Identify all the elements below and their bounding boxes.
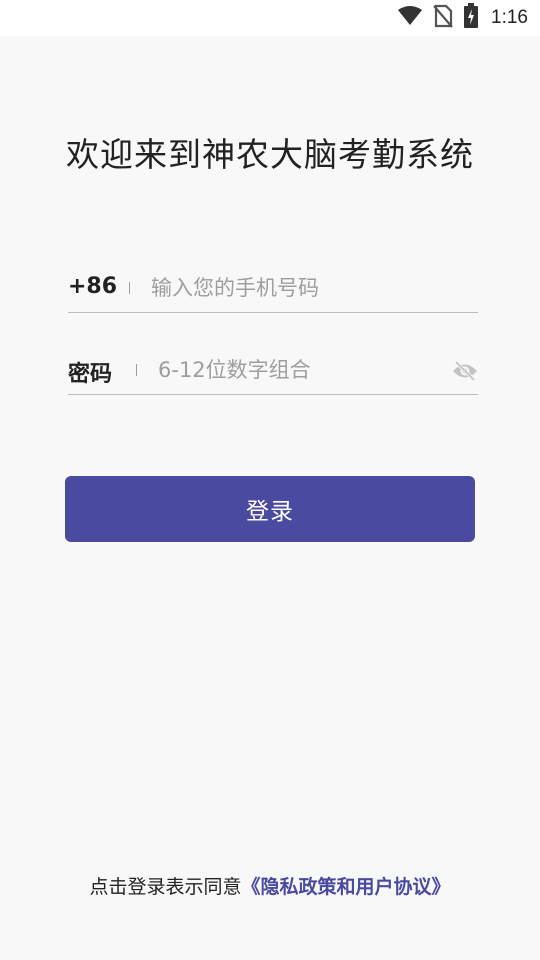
status-icons: 1:16 (397, 3, 528, 33)
agreement-prefix: 点击登录表示同意 (89, 876, 242, 898)
field-divider (136, 364, 137, 376)
agreement-text: 点击登录表示同意《隐私政策和用户协议》 (0, 872, 540, 899)
no-sim-icon (433, 4, 453, 32)
eye-off-icon (452, 360, 478, 385)
field-divider (129, 282, 130, 294)
wifi-icon (397, 5, 423, 31)
privacy-policy-link[interactable]: 《隐私政策和用户协议》 (242, 876, 451, 898)
page-title: 欢迎来到神农大脑考勤系统 (66, 135, 474, 174)
phone-field: +86 (68, 268, 478, 313)
toggle-visibility-button[interactable] (452, 360, 478, 386)
country-code[interactable]: +86 (68, 274, 117, 299)
battery-charging-icon (463, 3, 479, 33)
phone-input[interactable] (151, 270, 471, 306)
login-button[interactable]: 登录 (65, 476, 475, 542)
password-input[interactable] (158, 352, 438, 388)
status-time: 1:16 (491, 7, 528, 28)
status-bar: 1:16 (0, 0, 540, 36)
password-field: 密码 (68, 350, 478, 395)
password-label: 密码 (68, 362, 113, 387)
